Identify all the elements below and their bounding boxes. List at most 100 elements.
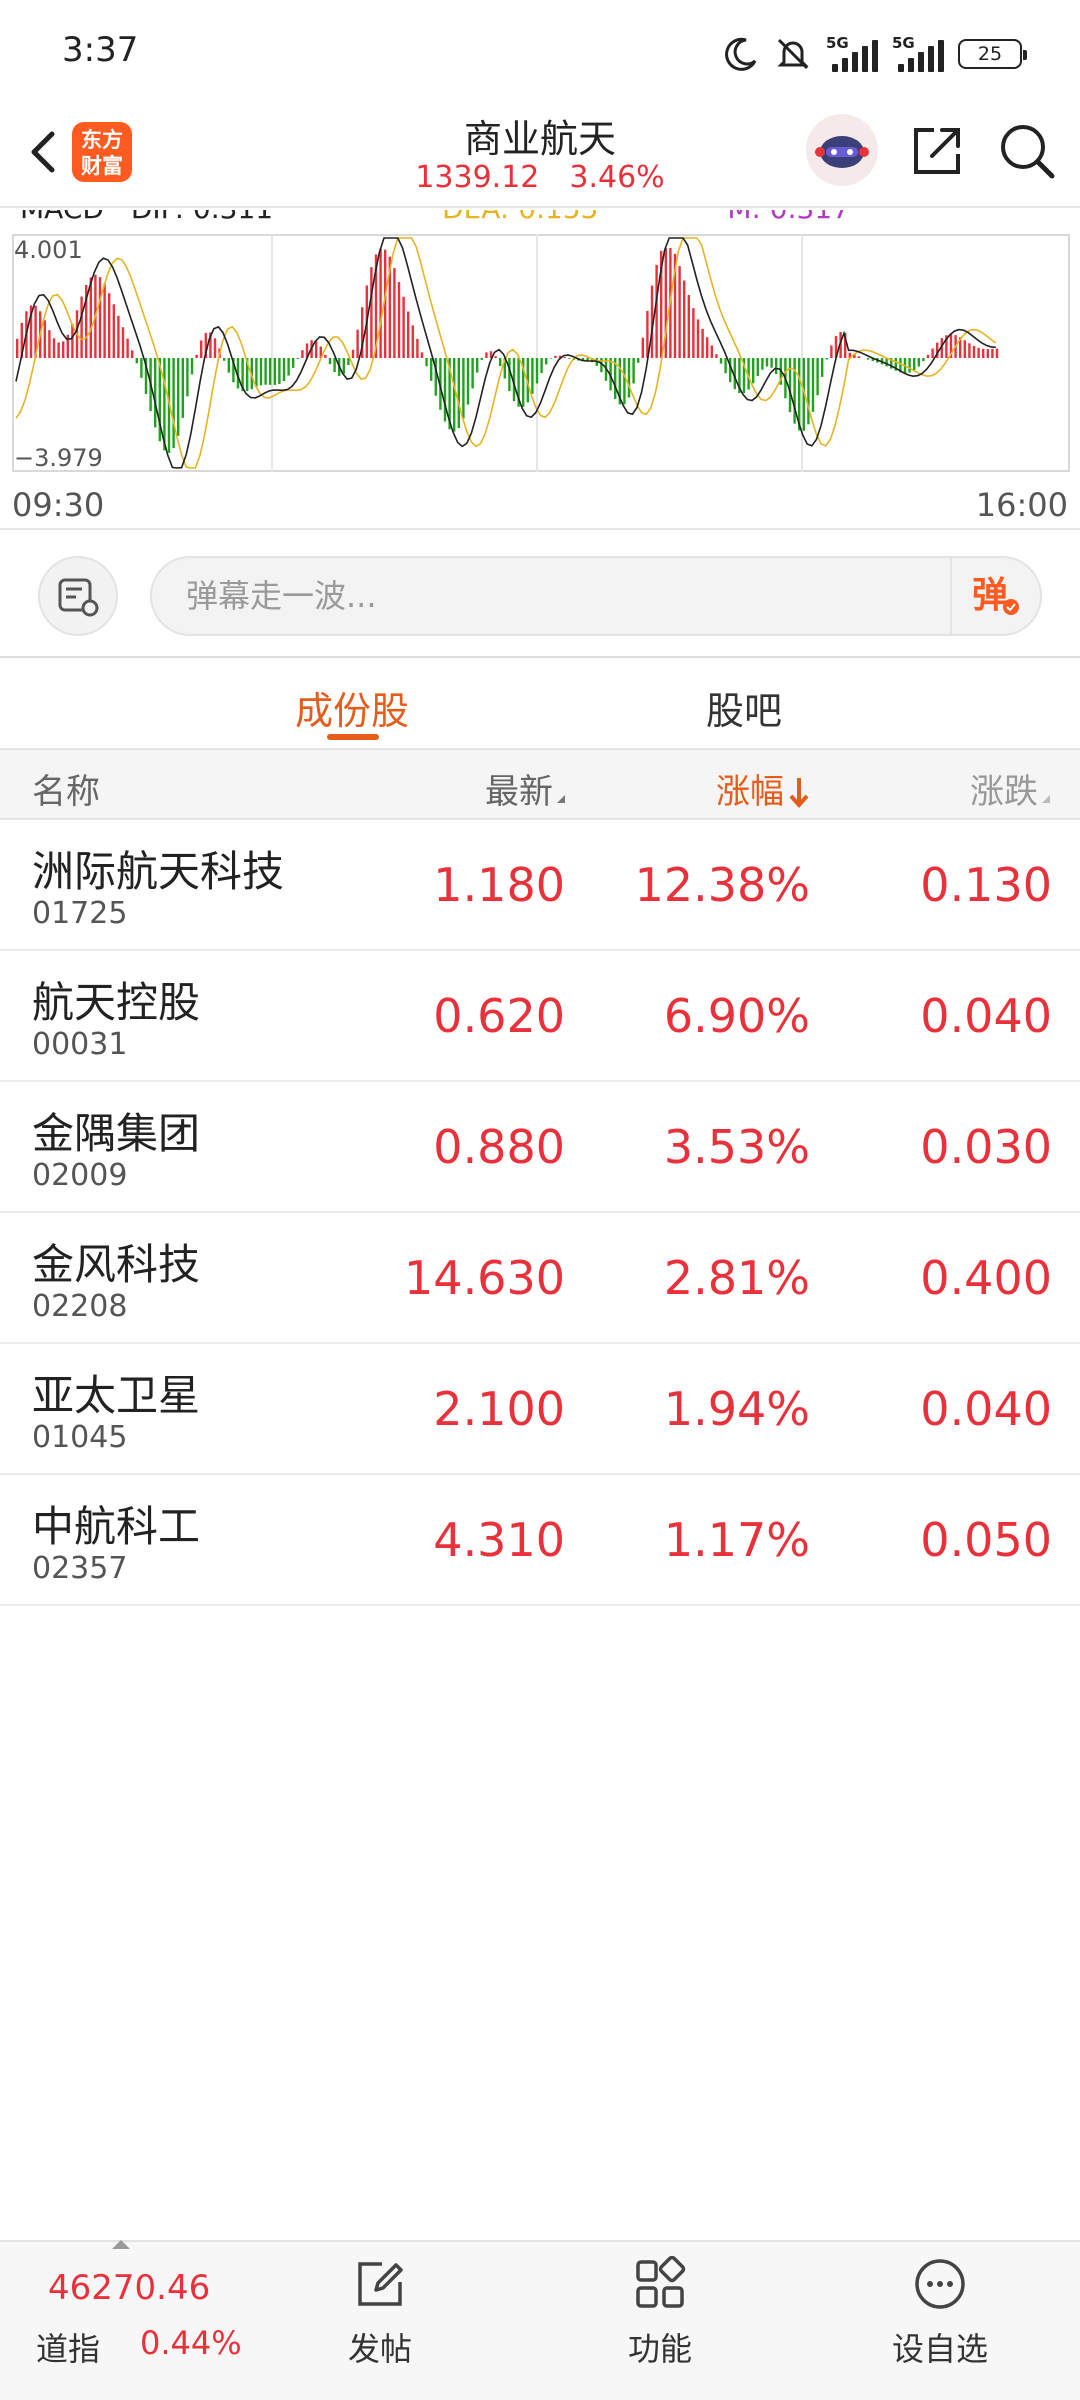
macd-bar: [342, 358, 345, 374]
stock-price: 0.880: [433, 1120, 565, 1174]
macd-bar: [43, 320, 46, 358]
macd-bar: [931, 348, 934, 358]
status-bar: 3:37 5G 5G 25: [0, 0, 1080, 100]
check-badge-icon: [1003, 599, 1019, 615]
macd-bar: [324, 354, 327, 358]
table-row[interactable]: 洲际航天科技 01725 1.180 12.38% 0.130: [0, 820, 1080, 951]
post-button[interactable]: 发帖: [300, 2256, 460, 2370]
header-change-pct: 3.46%: [569, 160, 665, 195]
macd-bar: [816, 358, 819, 396]
macd-bar: [370, 267, 373, 358]
macd-bar: [177, 358, 180, 436]
macd-bar: [172, 358, 175, 449]
danmaku-input[interactable]: 弹幕走一波... 弹: [150, 556, 1042, 636]
index-value: 46270.46: [48, 2268, 211, 2308]
macd-bar: [287, 358, 290, 376]
macd-bar: [637, 358, 640, 363]
macd-bar: [393, 268, 396, 358]
stock-price: 0.620: [433, 989, 565, 1043]
more-icon: [915, 2259, 965, 2309]
stock-change-pct: 2.81%: [663, 1251, 810, 1305]
macd-bar: [407, 311, 410, 358]
macd-bar: [269, 358, 272, 385]
macd-bar: [715, 354, 718, 358]
macd-bar: [71, 323, 74, 358]
macd-bar: [977, 347, 980, 358]
stock-name: 金隅集团: [32, 1109, 201, 1158]
stock-change-pct: 1.94%: [663, 1382, 810, 1436]
macd-bar: [227, 358, 230, 373]
stock-change-pct: 6.90%: [663, 989, 810, 1043]
macd-bar: [857, 356, 861, 358]
bottom-bar: 46270.46 道指 0.44% 发帖 功能 设自选: [0, 2240, 1080, 2400]
legend-macd: MACD: [20, 210, 104, 225]
macd-bar: [296, 358, 299, 359]
macd-bar: [568, 358, 571, 359]
macd-bar: [98, 277, 102, 358]
macd-bar: [48, 330, 51, 358]
search-icon[interactable]: [996, 120, 1058, 182]
expand-caret-icon[interactable]: [112, 2240, 130, 2249]
share-icon[interactable]: [906, 120, 968, 182]
table-row[interactable]: 金隅集团 02009 0.880 3.53% 0.030: [0, 1082, 1080, 1213]
table-row[interactable]: 亚太卫星 01045 2.100 1.94% 0.040: [0, 1344, 1080, 1475]
macd-bar: [830, 345, 833, 358]
macd-bar: [278, 358, 281, 384]
macd-bar: [282, 358, 286, 382]
column-header-change[interactable]: 涨跌: [970, 764, 1050, 813]
macd-bar: [724, 358, 727, 374]
macd-bar: [301, 350, 304, 358]
macd-bar: [535, 358, 539, 384]
macd-bar: [121, 327, 125, 358]
table-row[interactable]: 航天控股 00031 0.620 6.90% 0.040: [0, 951, 1080, 1082]
macd-bar: [457, 358, 460, 428]
macd-bar: [135, 358, 138, 364]
robot-assistant-icon[interactable]: [806, 114, 878, 186]
macd-bar: [52, 338, 56, 358]
macd-bar: [379, 248, 382, 358]
macd-bar: [181, 358, 184, 418]
function-button[interactable]: 功能: [580, 2256, 740, 2370]
danmaku-settings-button[interactable]: [38, 556, 118, 636]
macd-bar: [821, 358, 824, 377]
add-watchlist-button[interactable]: 设自选: [860, 2256, 1020, 2370]
macd-bar: [701, 328, 704, 358]
macd-bar: [443, 358, 447, 422]
macd-bar: [623, 358, 626, 405]
function-label: 功能: [627, 2330, 692, 2368]
table-row[interactable]: 中航科工 02357 4.310 1.17% 0.050: [0, 1475, 1080, 1606]
macd-bar: [430, 358, 433, 381]
sort-icon: [1042, 795, 1050, 803]
macd-chart[interactable]: MACD DIF: 0.311 DEA: 0.155 M: 0.317 4.00…: [0, 210, 1080, 530]
tab-forum[interactable]: 股吧: [706, 680, 782, 735]
macd-bar: [462, 358, 465, 419]
column-header-price[interactable]: 最新: [485, 764, 565, 813]
macd-bar: [453, 358, 456, 432]
macd-bar: [756, 358, 759, 376]
macd-plot: [15, 234, 999, 472]
legend-dea: DEA: 0.155: [442, 210, 598, 225]
macd-bar: [80, 296, 83, 358]
table-row[interactable]: 金风科技 02208 14.630 2.81% 0.400: [0, 1213, 1080, 1344]
macd-bar: [89, 277, 92, 358]
x-axis-end-label: 16:00: [975, 486, 1068, 524]
macd-bar: [494, 356, 497, 358]
legend-m: M: 0.317: [727, 210, 850, 225]
header-price: 1339.12: [415, 160, 540, 195]
tab-constituents[interactable]: 成份股: [295, 680, 409, 735]
macd-bar: [696, 319, 700, 358]
macd-bar: [968, 343, 971, 358]
y-axis-max-label: 4.001: [14, 236, 83, 264]
macd-bar: [549, 358, 552, 359]
table-header: 名称 最新 涨幅 涨跌: [0, 748, 1080, 820]
stock-name: 金风科技: [32, 1240, 201, 1289]
macd-bar: [922, 358, 925, 362]
danmaku-send-button[interactable]: 弹: [950, 558, 1040, 634]
column-header-pct[interactable]: 涨幅: [716, 764, 810, 813]
macd-bar: [678, 266, 681, 358]
macd-bar: [190, 358, 194, 375]
macd-bar: [213, 338, 217, 358]
macd-bar: [103, 283, 106, 358]
stock-change: 0.040: [920, 989, 1052, 1043]
macd-bar: [223, 358, 226, 361]
